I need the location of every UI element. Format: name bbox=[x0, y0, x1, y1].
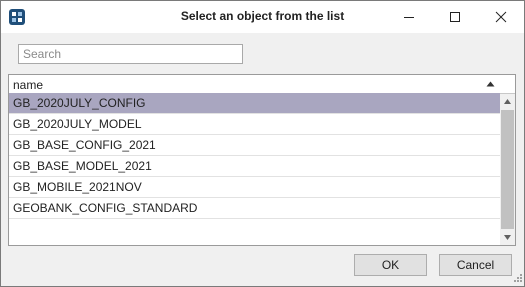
ok-button[interactable]: OK bbox=[354, 254, 427, 276]
maximize-button[interactable] bbox=[432, 1, 478, 33]
resize-grip-icon[interactable] bbox=[512, 274, 522, 284]
scroll-down-button[interactable] bbox=[500, 230, 515, 245]
scrollbar-thumb[interactable] bbox=[501, 110, 514, 229]
column-header-name[interactable]: name bbox=[9, 75, 515, 94]
search-input[interactable] bbox=[18, 44, 243, 64]
minimize-icon bbox=[404, 17, 414, 18]
sort-ascending-icon bbox=[486, 81, 495, 87]
list-item[interactable]: GB_BASE_MODEL_2021 bbox=[9, 156, 500, 177]
title-bar[interactable]: Select an object from the list bbox=[1, 1, 524, 33]
list-item[interactable]: GB_BASE_CONFIG_2021 bbox=[9, 135, 500, 156]
list-rows: GB_2020JULY_CONFIG GB_2020JULY_MODEL GB_… bbox=[9, 93, 500, 219]
scroll-up-arrow-icon bbox=[504, 99, 511, 104]
close-icon bbox=[495, 11, 507, 23]
close-button[interactable] bbox=[478, 1, 524, 33]
vertical-scrollbar[interactable] bbox=[500, 94, 515, 245]
scroll-up-button[interactable] bbox=[500, 94, 515, 109]
list-item[interactable]: GB_MOBILE_2021NOV bbox=[9, 177, 500, 198]
cancel-button[interactable]: Cancel bbox=[439, 254, 512, 276]
list-item[interactable]: GB_2020JULY_MODEL bbox=[9, 114, 500, 135]
list-item[interactable]: GEOBANK_CONFIG_STANDARD bbox=[9, 198, 500, 219]
maximize-icon bbox=[450, 12, 460, 22]
list-item[interactable]: GB_2020JULY_CONFIG bbox=[9, 93, 500, 114]
scroll-down-arrow-icon bbox=[504, 235, 511, 240]
column-header-label: name bbox=[13, 78, 44, 92]
object-list: name GB_2020JULY_CONFIG GB_2020JULY_MODE… bbox=[8, 74, 516, 246]
dialog-window: Select an object from the list name bbox=[0, 0, 525, 287]
minimize-button[interactable] bbox=[386, 1, 432, 33]
